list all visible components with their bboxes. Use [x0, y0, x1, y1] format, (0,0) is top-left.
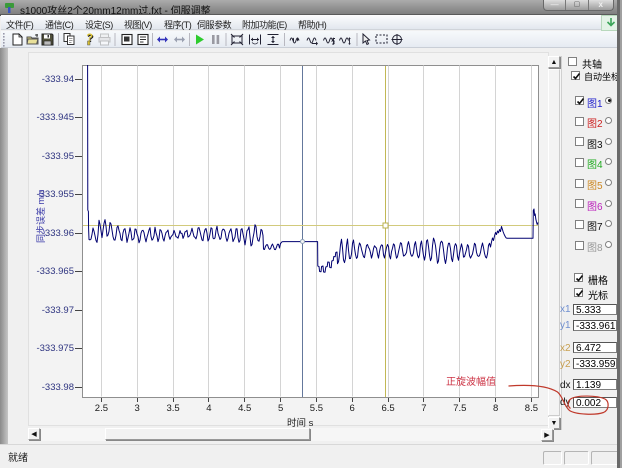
svg-text:同步误差 mm: 同步误差 mm — [35, 190, 46, 244]
